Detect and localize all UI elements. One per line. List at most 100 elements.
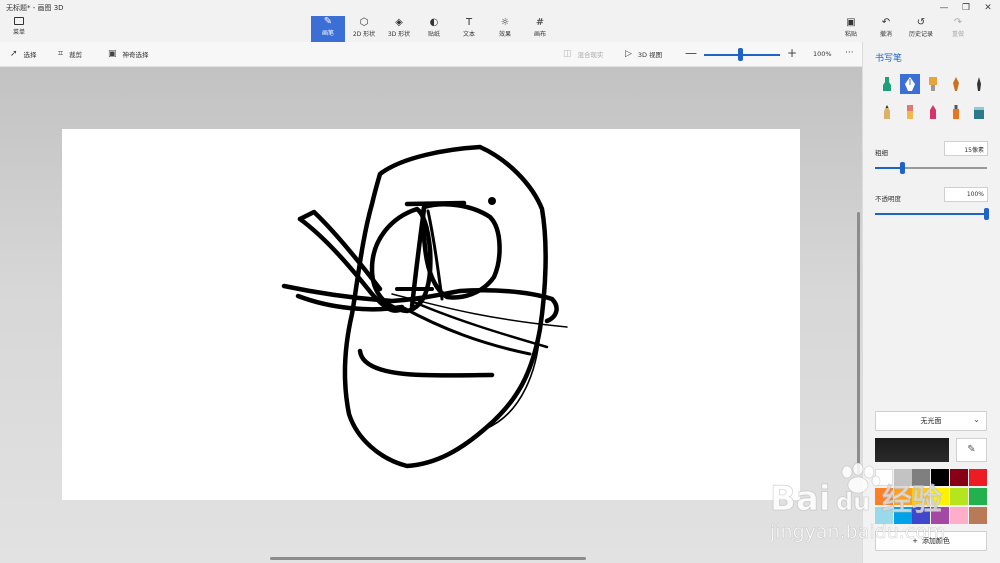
- thickness-slider[interactable]: [875, 167, 987, 169]
- effects-icon: ☼: [500, 17, 510, 28]
- thickness-input[interactable]: 15像素: [944, 141, 988, 156]
- color-swatch[interactable]: [968, 469, 987, 486]
- spray-can-brush[interactable]: [946, 102, 966, 122]
- color-swatch[interactable]: [968, 507, 987, 524]
- tab-stickers[interactable]: ◐ 贴纸: [417, 17, 451, 41]
- crop-icon: ⌗: [58, 49, 64, 59]
- tab-text[interactable]: T 文本: [452, 17, 486, 41]
- finish-dropdown[interactable]: 无光面 ⌄: [875, 411, 987, 431]
- color-swatch[interactable]: [912, 488, 931, 505]
- view-3d-label: 3D 视图: [637, 51, 663, 59]
- paste-icon: ▣: [846, 17, 856, 28]
- drawing-canvas[interactable]: [62, 129, 800, 500]
- pencil-brush[interactable]: [877, 102, 897, 122]
- color-swatch[interactable]: [931, 507, 950, 524]
- finish-value: 无光面: [920, 417, 942, 425]
- zoom-slider-thumb[interactable]: [738, 48, 743, 61]
- plus-icon: +: [912, 537, 918, 545]
- calligraphy-pen-brush[interactable]: [900, 74, 920, 94]
- marker-icon: [883, 77, 891, 91]
- history-button[interactable]: ↺ 历史记录: [906, 17, 936, 38]
- tab-effects[interactable]: ☼ 效果: [488, 17, 522, 41]
- zoom-in-button[interactable]: +: [787, 46, 797, 60]
- paste-label: 粘贴: [844, 31, 857, 38]
- history-label: 历史记录: [908, 31, 933, 38]
- sketch-drawing: [281, 144, 568, 469]
- vertical-scrollbar[interactable]: [857, 212, 860, 474]
- oil-brush-icon: [929, 77, 937, 91]
- color-swatch[interactable]: [893, 507, 912, 524]
- sticker-icon: ◐: [429, 17, 439, 28]
- fill-brush[interactable]: [969, 102, 989, 122]
- undo-button[interactable]: ↶ 撤消: [871, 17, 901, 38]
- paste-button[interactable]: ▣ 粘贴: [836, 17, 866, 38]
- pixel-pen-icon: [977, 77, 981, 91]
- history-icon: ↺: [916, 17, 926, 28]
- color-swatch[interactable]: [875, 488, 893, 505]
- thickness-slider-thumb[interactable]: [900, 162, 905, 174]
- redo-button[interactable]: ↷ 重做: [943, 17, 973, 38]
- watercolor-icon: [953, 77, 959, 91]
- tab-2d-shapes[interactable]: ⬡ 2D 形状: [347, 17, 381, 41]
- tab-3d-shapes[interactable]: ◈ 3D 形状: [382, 17, 416, 41]
- zoom-out-button[interactable]: —: [685, 46, 697, 60]
- marker-brush[interactable]: [877, 74, 897, 94]
- mixed-reality-button[interactable]: ◫ 混合现实: [563, 49, 604, 59]
- menu-button[interactable]: 菜单: [8, 17, 30, 36]
- crop-button[interactable]: ⌗ 裁剪: [58, 49, 82, 59]
- crayon-brush[interactable]: [923, 102, 943, 122]
- more-icon[interactable]: ···: [845, 48, 854, 58]
- select-label: 选择: [23, 51, 37, 59]
- pixel-pen-brush[interactable]: [969, 74, 989, 94]
- action-toolbar: ➚ 选择 ⌗ 裁剪 ▣ 神奇选择 ◫ 混合现实 ▷ 3D 视图 — + 100%…: [0, 42, 862, 67]
- color-swatch[interactable]: [875, 507, 893, 524]
- menu-label: 菜单: [12, 29, 25, 36]
- tab-brushes[interactable]: ✎ 画笔: [311, 16, 345, 42]
- tab-label: 画笔: [321, 30, 334, 37]
- brush-panel: 书写笔 粗细 15像素 不透明度 100% 无光面 ⌄ ✎ + 添加颜色: [862, 42, 1000, 563]
- ribbon: 无标题* - 画图 3D — ❐ ✕ 菜单 ✎ 画笔 ⬡ 2D 形状 ◈ 3D …: [0, 0, 1000, 42]
- magic-select-icon: ▣: [108, 49, 117, 59]
- color-swatch[interactable]: [893, 469, 912, 486]
- opacity-input[interactable]: 100%: [944, 187, 988, 202]
- eraser-icon: [907, 105, 913, 119]
- add-color-button[interactable]: + 添加颜色: [875, 531, 987, 551]
- eyedropper-icon[interactable]: ✎: [956, 438, 987, 462]
- select-button[interactable]: ➚ 选择: [10, 49, 37, 59]
- view-3d-icon: ▷: [625, 49, 632, 59]
- tab-label: 效果: [498, 31, 511, 38]
- pencil-icon: [884, 105, 890, 119]
- tab-canvas[interactable]: # 画布: [523, 17, 557, 41]
- magic-select-button[interactable]: ▣ 神奇选择: [108, 49, 149, 59]
- undo-icon: ↶: [881, 17, 891, 28]
- color-swatch[interactable]: [949, 488, 968, 505]
- horizontal-scrollbar[interactable]: [270, 557, 586, 560]
- color-swatch[interactable]: [931, 488, 950, 505]
- color-swatch[interactable]: [968, 488, 987, 505]
- watercolor-brush[interactable]: [946, 74, 966, 94]
- magic-select-label: 神奇选择: [122, 51, 149, 59]
- panel-title: 书写笔: [875, 54, 903, 64]
- color-swatch[interactable]: [912, 469, 931, 486]
- close-button[interactable]: ✕: [980, 3, 996, 13]
- color-swatch[interactable]: [912, 507, 931, 524]
- crayon-icon: [930, 105, 936, 119]
- brush-icon: ✎: [323, 16, 333, 27]
- color-swatch[interactable]: [875, 469, 893, 486]
- color-swatch[interactable]: [949, 507, 968, 524]
- fill-icon: [974, 107, 984, 119]
- tab-label: 2D 形状: [352, 31, 376, 38]
- current-color[interactable]: [875, 438, 949, 462]
- color-swatch[interactable]: [949, 469, 968, 486]
- color-swatch[interactable]: [893, 488, 912, 505]
- opacity-slider-thumb[interactable]: [984, 208, 989, 220]
- maximize-button[interactable]: ❐: [958, 3, 974, 13]
- color-swatch[interactable]: [931, 469, 950, 486]
- view-3d-button[interactable]: ▷ 3D 视图: [625, 49, 662, 59]
- oil-brush[interactable]: [923, 74, 943, 94]
- redo-label: 重做: [951, 31, 964, 38]
- opacity-slider[interactable]: [875, 213, 987, 215]
- window-title: 无标题* - 画图 3D: [6, 4, 64, 12]
- eraser-brush[interactable]: [900, 102, 920, 122]
- minimize-button[interactable]: —: [936, 3, 952, 13]
